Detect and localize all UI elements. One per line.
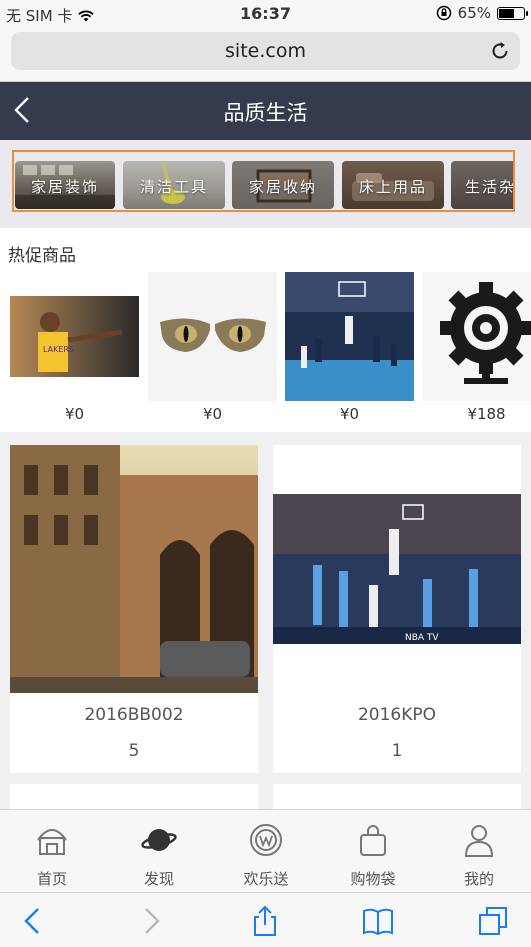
address-bar[interactable]: site.com [11, 32, 520, 70]
category-tile[interactable]: 生活杂货 [451, 161, 515, 209]
tab-bag[interactable]: 购物袋 [333, 822, 413, 889]
card-count: 5 [128, 741, 140, 761]
browser-back-icon[interactable] [18, 905, 50, 937]
share-icon[interactable] [249, 905, 281, 937]
product-price: ¥0 [339, 405, 360, 423]
product-price: ¥0 [202, 405, 223, 423]
tab-label: 欢乐送 [243, 870, 289, 888]
tab-home[interactable]: 首页 [12, 822, 92, 889]
user-icon [464, 825, 494, 857]
grid-card[interactable]: 2016BB002 5 [10, 445, 258, 773]
browser-address-area: site.com [0, 28, 531, 82]
category-tile[interactable]: 家居收纳 [232, 161, 334, 209]
orientation-lock-icon [436, 5, 451, 21]
tab-label: 发现 [143, 870, 174, 888]
tab-label: 我的 [463, 870, 494, 888]
browser-toolbar [0, 892, 531, 947]
basketball-game-photo [285, 272, 414, 401]
product-price: ¥0 [64, 405, 85, 423]
hot-products-section: 热促商品 LAKERS ¥0 ¥0 ¥0 ¥188 [0, 228, 531, 432]
card-name: 2016BB002 [84, 705, 184, 725]
product-image [422, 272, 531, 401]
product-card[interactable]: ¥188 [422, 272, 531, 423]
card-image: NBA TV [273, 445, 521, 693]
card-count: 1 [391, 741, 403, 761]
category-label: 生活杂货 [465, 178, 515, 196]
home-icon [37, 829, 67, 855]
battery-icon [497, 6, 528, 20]
grid-card[interactable]: NBA TV 2016KPO 1 [273, 445, 521, 773]
product-image [285, 272, 414, 401]
category-scroller[interactable]: 家居装饰 清洁工具 家居收纳 床上用品 生活杂货 [12, 150, 515, 212]
status-right: 65% [436, 4, 528, 22]
tab-label: 购物袋 [350, 870, 396, 888]
category-label: 家居收纳 [248, 178, 317, 196]
status-bar: 无 SIM 卡 16:37 65% [0, 0, 531, 28]
cat-eye-glasses-photo [160, 318, 266, 352]
svg-text:LAKERS: LAKERS [43, 345, 74, 354]
nba-dunk-photo: NBA TV [273, 494, 521, 644]
category-label: 清洁工具 [139, 178, 208, 196]
gift-icon [250, 824, 282, 856]
category-strip: 家居装饰 清洁工具 家居收纳 床上用品 生活杂货 [0, 140, 531, 228]
page-title: 品质生活 [223, 101, 308, 125]
gear-sculpture-photo [440, 282, 531, 384]
product-price: ¥188 [467, 405, 506, 423]
svg-text:NBA TV: NBA TV [405, 633, 439, 643]
bookmarks-icon[interactable] [362, 905, 394, 937]
app-header: 品质生活 [0, 82, 531, 140]
product-card[interactable]: ¥0 [285, 272, 414, 423]
browser-forward-icon[interactable] [134, 905, 166, 937]
category-tile[interactable]: 清洁工具 [123, 161, 225, 209]
tab-gift[interactable]: 欢乐送 [226, 822, 306, 889]
card-image [10, 445, 258, 693]
category-label: 家居装饰 [30, 178, 99, 196]
product-image: LAKERS [10, 272, 139, 401]
discover-icon [141, 829, 177, 851]
product-card[interactable]: LAKERS ¥0 [10, 272, 139, 423]
street-photo [10, 445, 258, 693]
tabs-icon[interactable] [477, 905, 509, 937]
product-card[interactable]: ¥0 [148, 272, 277, 423]
battery-percent: 65% [457, 4, 491, 22]
bag-icon [360, 825, 386, 856]
tab-label: 首页 [36, 870, 67, 888]
basketball-player-photo: LAKERS [10, 296, 139, 377]
tab-discover[interactable]: 发现 [119, 822, 199, 889]
product-image [148, 272, 277, 401]
section-title: 热促商品 [8, 246, 76, 266]
category-tile[interactable]: 床上用品 [342, 161, 444, 209]
card-name: 2016KPO [357, 705, 437, 725]
category-label: 床上用品 [358, 178, 427, 196]
category-tile[interactable]: 家居装饰 [15, 161, 115, 209]
tab-me[interactable]: 我的 [439, 822, 519, 889]
bottom-tab-bar: 首页 发现 欢乐送 购物袋 我的 [0, 809, 531, 892]
reload-icon[interactable] [488, 39, 512, 63]
url-text[interactable]: site.com [11, 40, 520, 62]
